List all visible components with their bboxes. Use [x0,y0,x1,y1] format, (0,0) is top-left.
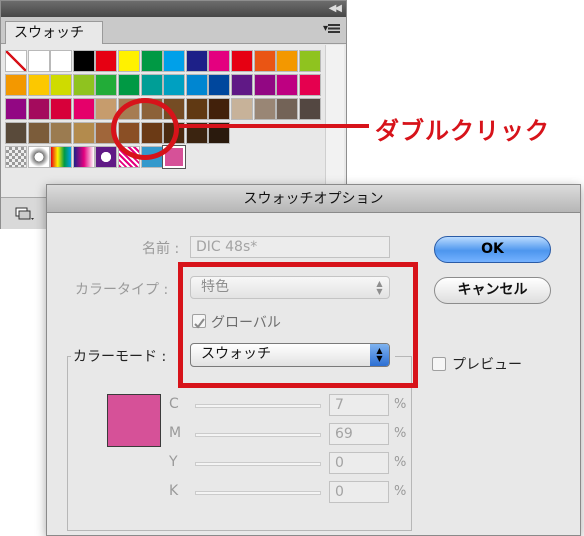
group-border [67,356,71,357]
percent-unit: % [394,455,407,470]
swatch-chip[interactable] [163,74,186,96]
swatch-chip[interactable] [72,50,95,72]
dialog-title: スウォッチオプション [47,185,580,213]
channel-slider[interactable] [195,462,321,466]
channel-value-field[interactable]: 69 [329,423,389,445]
panel-menu-icon[interactable]: ▾ [323,23,340,34]
swatch-chip[interactable] [50,50,73,72]
swatch-chip[interactable] [72,98,95,120]
swatch-chip[interactable] [27,74,50,96]
swatch-chip[interactable] [95,50,118,72]
swatch-chip[interactable] [208,50,231,72]
swatch-chip[interactable] [253,74,276,96]
preview-checkbox[interactable] [432,357,446,371]
swatch-chip[interactable] [5,50,27,72]
panel-tab-row: スウォッチ ▾ [1,17,346,44]
swatch-chip[interactable] [27,50,50,72]
swatch-chip[interactable] [253,50,276,72]
channel-slider[interactable] [195,491,321,495]
channel-value-field[interactable]: 7 [329,394,389,416]
swatch-chip[interactable] [208,74,231,96]
callout-label: ダブルクリック [375,117,550,145]
swatch-chip[interactable] [95,74,118,96]
swatch-chip[interactable] [27,146,50,168]
name-field[interactable]: DIC 48s* [190,236,390,258]
swatch-chip[interactable] [5,98,27,120]
swatch-chip[interactable] [231,98,253,120]
channel-slider[interactable] [195,433,321,437]
channel-label: Y [169,454,178,470]
swatch-chip[interactable] [185,74,208,96]
swatch-chip[interactable] [140,74,163,96]
swatch-chip[interactable] [231,50,253,72]
cancel-button[interactable]: キャンセル [434,277,551,304]
swatch-chip[interactable] [276,50,299,72]
channel-label: C [169,396,179,412]
channel-value-field[interactable]: 0 [329,481,389,503]
swatch-chip[interactable] [208,98,231,120]
percent-unit: % [394,397,407,412]
swatch-chip[interactable] [72,122,95,144]
channel-value-field[interactable]: 0 [329,452,389,474]
callout-leader-line [179,124,369,128]
swatch-chip[interactable] [253,98,276,120]
swatch-chip[interactable] [50,74,73,96]
swatch-chip[interactable] [276,98,299,120]
swatch-chip[interactable] [276,74,299,96]
channel-label: K [169,483,179,499]
swatch-chip[interactable] [95,146,118,168]
preview-label: プレビュー [452,357,522,373]
callout-circle [111,98,179,160]
panel-scrollbar[interactable] [325,45,344,195]
channel-label: M [169,425,182,441]
swatch-chip[interactable] [5,74,27,96]
swatch-chip[interactable] [50,98,73,120]
swatch-chip[interactable] [163,50,186,72]
color-preview-swatch [107,394,161,447]
tab-swatches[interactable]: スウォッチ [5,21,103,44]
panel-titlebar[interactable]: ◀◀ [1,1,346,17]
highlight-box [178,262,418,388]
swatch-chip[interactable] [298,98,321,120]
swatch-chip[interactable] [5,122,27,144]
swatch-chip[interactable] [5,146,27,168]
collapse-icon[interactable]: ◀◀ [329,2,342,16]
swatch-libraries-icon[interactable] [15,207,35,221]
swatch-chip[interactable] [298,50,321,72]
ok-button[interactable]: OK [434,236,551,263]
swatch-chip[interactable] [50,146,73,168]
swatch-chip[interactable] [27,98,50,120]
swatch-chip[interactable] [27,122,50,144]
swatch-chip[interactable] [298,74,321,96]
swatch-chip[interactable] [72,74,95,96]
swatch-chip[interactable] [118,50,140,72]
swatch-chip[interactable] [185,50,208,72]
percent-unit: % [394,426,407,441]
colortype-label: カラータイプ : [75,282,169,298]
swatch-chip[interactable] [140,50,163,72]
swatch-chip[interactable] [50,122,73,144]
channel-slider[interactable] [195,404,321,408]
swatch-chip[interactable] [118,74,140,96]
swatch-chip[interactable] [72,146,95,168]
swatch-chip[interactable] [231,74,253,96]
name-label: 名前 : [142,241,180,257]
percent-unit: % [394,484,407,499]
swatch-chip[interactable] [185,98,208,120]
